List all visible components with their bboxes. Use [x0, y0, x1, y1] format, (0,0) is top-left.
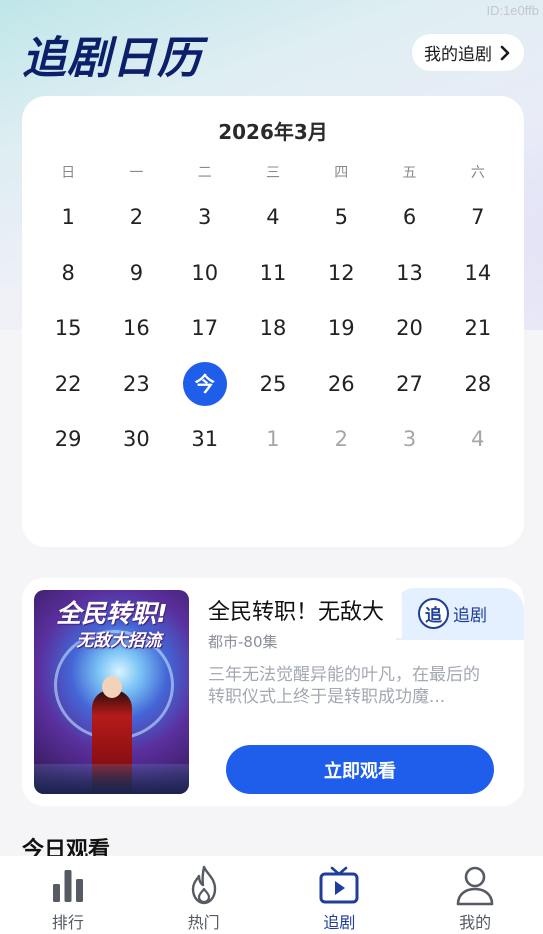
watermark-id: ID:1e0ffb: [486, 3, 539, 18]
chevron-right-icon: [500, 45, 510, 60]
tab-mine[interactable]: 我的: [407, 856, 543, 934]
calendar-day[interactable]: 3: [171, 195, 239, 239]
calendar-day[interactable]: 5: [307, 195, 375, 239]
calendar-day[interactable]: 29: [34, 417, 102, 461]
calendar-day[interactable]: 7: [444, 195, 512, 239]
drama-description: 三年无法觉醒异能的叶凡，在最后的转职仪式上终于是转职成功魔...: [208, 665, 480, 707]
weekday-label: 一: [129, 165, 144, 181]
calendar-day[interactable]: 4: [239, 195, 307, 239]
weekday-label: 三: [265, 165, 280, 181]
my-follow-label: 我的追剧: [424, 45, 492, 65]
calendar-day[interactable]: 17: [171, 306, 239, 350]
poster-title: 全民转职!: [56, 599, 168, 628]
calendar-day-next-month[interactable]: 4: [444, 417, 512, 461]
calendar-day[interactable]: 8: [34, 251, 102, 295]
calendar-day[interactable]: 26: [307, 362, 375, 406]
calendar-day[interactable]: 18: [239, 306, 307, 350]
weekday-label: 五: [402, 165, 417, 181]
calendar-day[interactable]: 1: [34, 195, 102, 239]
flame-icon: [191, 865, 216, 905]
weekday-label: 二: [197, 165, 212, 181]
tab-label: 我的: [459, 913, 492, 932]
tab-hot[interactable]: 热门: [136, 856, 272, 934]
tab-label: 排行: [51, 913, 84, 932]
calendar-day[interactable]: 21: [444, 306, 512, 350]
calendar-day[interactable]: 25: [239, 362, 307, 406]
calendar-day[interactable]: 9: [102, 251, 170, 295]
calendar-week-row: 15 16 17 18 19 20 21: [34, 306, 512, 350]
my-follow-button[interactable]: 我的追剧: [412, 34, 524, 71]
poster-subtitle: 无敌大招流: [76, 631, 162, 651]
weekday-label: 四: [334, 165, 349, 181]
drama-title[interactable]: 全民转职！无敌大: [208, 594, 384, 626]
calendar-day[interactable]: 27: [375, 362, 443, 406]
weekday-label: 六: [470, 165, 485, 181]
calendar-day[interactable]: 15: [34, 306, 102, 350]
drama-poster[interactable]: 全民转职! 无敌大招流: [34, 590, 189, 794]
follow-badge-icon: 追: [418, 598, 449, 629]
watch-now-button[interactable]: 立即观看: [226, 745, 494, 794]
calendar-day[interactable]: 12: [307, 251, 375, 295]
calendar-day-today[interactable]: 今: [171, 362, 239, 406]
weekday-label: 日: [61, 165, 76, 181]
calendar-card: 2026年3月 日 一 二 三 四 五 六 1 2 3 4 5 6 7 8 9 …: [22, 96, 524, 547]
calendar-day[interactable]: 11: [239, 251, 307, 295]
tab-follow[interactable]: 追剧: [272, 856, 408, 934]
calendar-day[interactable]: 6: [375, 195, 443, 239]
bottom-tab-bar: 排行 热门 追剧 我的: [0, 856, 543, 934]
calendar-day[interactable]: 30: [102, 417, 170, 461]
calendar-week-row: 29 30 31 1 2 3 4: [34, 417, 512, 461]
follow-drama-button[interactable]: 追 追剧: [418, 598, 487, 629]
today-marker: 今: [182, 362, 227, 406]
calendar-day[interactable]: 14: [444, 251, 512, 295]
calendar-day[interactable]: 10: [171, 251, 239, 295]
calendar-day-next-month[interactable]: 2: [307, 417, 375, 461]
calendar-day[interactable]: 20: [375, 306, 443, 350]
calendar-day[interactable]: 2: [102, 195, 170, 239]
tab-label: 热门: [187, 913, 220, 932]
calendar-day[interactable]: 28: [444, 362, 512, 406]
user-icon: [456, 866, 494, 906]
drama-meta: 都市-80集: [208, 633, 278, 651]
calendar-day[interactable]: 22: [34, 362, 102, 406]
calendar-day-next-month[interactable]: 1: [239, 417, 307, 461]
calendar-day[interactable]: 23: [102, 362, 170, 406]
calendar-week-row: 1 2 3 4 5 6 7: [34, 195, 512, 239]
bar-chart-icon: [52, 870, 83, 902]
calendar-day[interactable]: 19: [307, 306, 375, 350]
calendar-day[interactable]: 13: [375, 251, 443, 295]
tab-ranking[interactable]: 排行: [0, 856, 136, 934]
tv-icon: [319, 866, 359, 904]
weekday-header: 日 一 二 三 四 五 六: [34, 162, 512, 182]
calendar-day[interactable]: 31: [171, 417, 239, 461]
tab-label: 追剧: [323, 913, 356, 932]
poster-ground: [34, 764, 189, 794]
calendar-day-next-month[interactable]: 3: [375, 417, 443, 461]
drama-card[interactable]: 全民转职! 无敌大招流 全民转职！无敌大 追 追剧 都市-80集 三年无法觉醒异…: [22, 578, 524, 806]
calendar-day[interactable]: 16: [102, 306, 170, 350]
calendar-week-row: 8 9 10 11 12 13 14: [34, 251, 512, 295]
poster-figure-head: [102, 676, 122, 698]
page-title: 追剧日历: [22, 33, 202, 84]
calendar-month-label: 2026年3月: [218, 120, 328, 144]
follow-label: 追剧: [453, 606, 487, 626]
calendar-week-row: 22 23 今 25 26 27 28: [34, 362, 512, 406]
